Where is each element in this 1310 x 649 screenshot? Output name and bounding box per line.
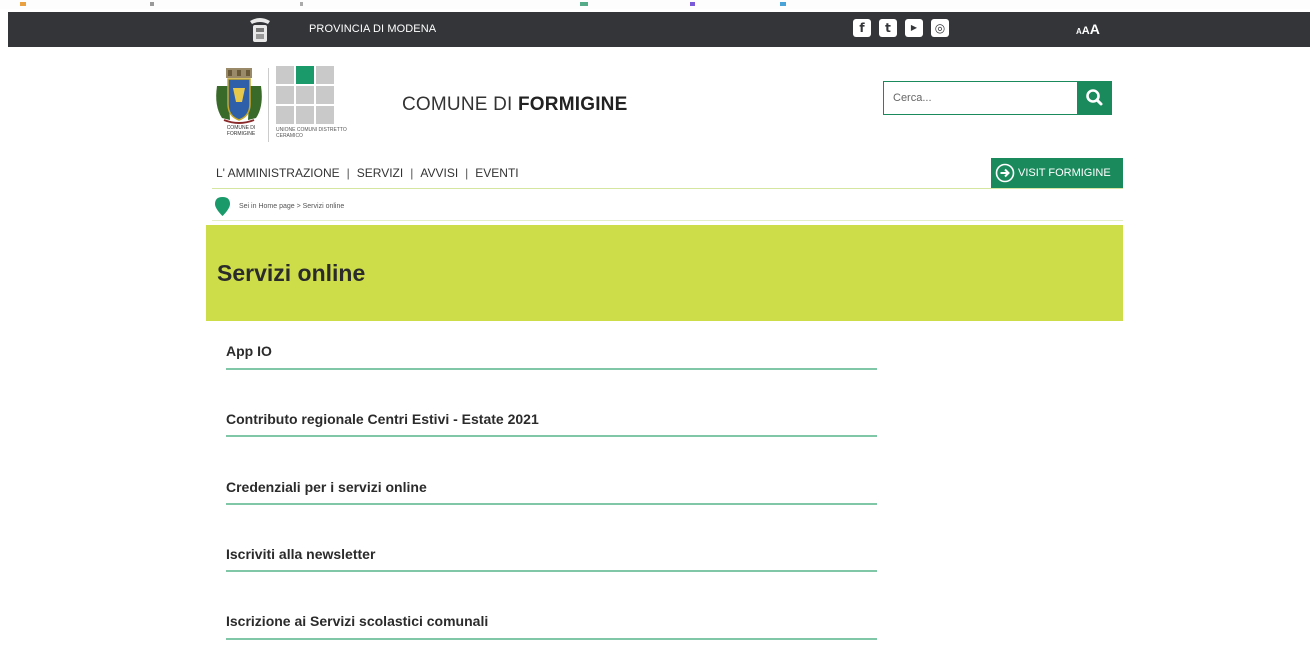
item-underline — [226, 368, 877, 370]
nav-item-servizi[interactable]: SERVIZI — [357, 166, 403, 180]
font-size-controls: AAA — [1076, 21, 1100, 39]
site-title[interactable]: COMUNE DI FORMIGINE — [402, 94, 627, 116]
font-size-large-button[interactable]: A — [1090, 21, 1100, 37]
service-link[interactable]: Contributo regionale Centri Estivi - Est… — [226, 411, 877, 427]
facebook-icon[interactable]: f — [853, 19, 871, 37]
instagram-icon[interactable]: ◎ — [931, 19, 949, 37]
nav-item-amministrazione[interactable]: L' AMMINISTRAZIONE — [216, 166, 340, 180]
item-underline — [226, 638, 877, 640]
service-link[interactable]: Credenziali per i servizi online — [226, 479, 877, 495]
font-size-medium-button[interactable]: A — [1082, 25, 1090, 37]
service-link[interactable]: Iscrizione ai Servizi scolastici comunal… — [226, 613, 877, 629]
item-underline — [226, 570, 877, 572]
comune-logo-caption: COMUNE DI FORMIGINE — [226, 125, 256, 137]
list-item[interactable]: Credenziali per i servizi online — [226, 479, 877, 505]
unione-logo-caption: UNIONE COMUNI DISTRETTO CERAMICO — [276, 127, 347, 139]
top-bar: PROVINCIA DI MODENA f t ▶ ◎ AAA — [8, 12, 1310, 47]
nav-separator: | — [346, 166, 350, 180]
list-item[interactable]: Iscriviti alla newsletter — [226, 546, 877, 572]
site-title-bold: FORMIGINE — [518, 94, 628, 115]
page-title: Servizi online — [217, 260, 366, 286]
list-item[interactable]: App IO — [226, 343, 877, 370]
list-item[interactable]: Iscrizione ai Servizi scolastici comunal… — [226, 613, 877, 640]
unione-comuni-logo[interactable] — [276, 66, 334, 124]
search-input[interactable] — [883, 81, 1077, 115]
twitter-icon[interactable]: t — [879, 19, 897, 37]
nav-item-avvisi[interactable]: AVVISI — [420, 166, 458, 180]
nav-separator: | — [410, 166, 414, 180]
nav-item-eventi[interactable]: EVENTI — [475, 166, 518, 180]
nav-divider — [212, 188, 1123, 189]
page-header-banner: Servizi online — [206, 225, 1123, 321]
visit-formigine-button[interactable]: VISIT FORMIGINE — [991, 158, 1123, 188]
province-emblem-icon — [250, 18, 270, 42]
search-button[interactable] — [1077, 81, 1112, 115]
loading-artifact-strip — [0, 0, 1310, 9]
nav-separator: | — [465, 166, 469, 180]
location-pin-icon — [215, 197, 230, 216]
arrow-right-circle-icon — [995, 163, 1015, 183]
visit-formigine-label: VISIT FORMIGINE — [1018, 167, 1111, 179]
item-underline — [226, 503, 877, 505]
breadcrumb-divider — [212, 220, 1123, 221]
province-link[interactable]: PROVINCIA DI MODENA — [309, 23, 436, 35]
breadcrumb[interactable]: Sei in Home page > Servizi online — [239, 203, 344, 210]
service-link[interactable]: Iscriviti alla newsletter — [226, 546, 877, 562]
item-underline — [226, 435, 877, 437]
service-link[interactable]: App IO — [226, 343, 877, 359]
youtube-icon[interactable]: ▶ — [905, 19, 923, 37]
search-icon — [1086, 89, 1103, 106]
site-title-prefix: COMUNE DI — [402, 94, 518, 115]
list-item[interactable]: Contributo regionale Centri Estivi - Est… — [226, 411, 877, 437]
main-nav: L' AMMINISTRAZIONE | SERVIZI | AVVISI | EVENTI — [216, 166, 519, 180]
logo-divider — [268, 68, 269, 142]
